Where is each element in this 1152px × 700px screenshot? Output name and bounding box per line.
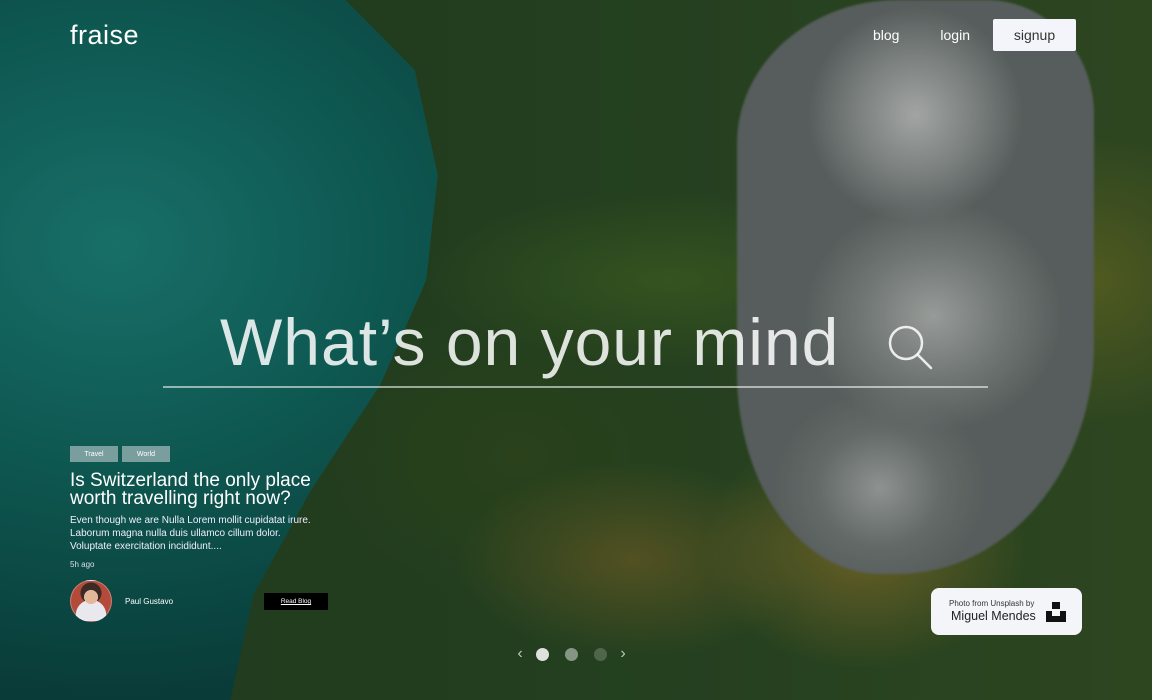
- search-bar[interactable]: What’s on your mind: [163, 300, 988, 388]
- tag-travel[interactable]: Travel: [70, 446, 118, 462]
- unsplash-icon: [1046, 602, 1066, 622]
- post-title[interactable]: Is Switzerland the only place worth trav…: [70, 471, 325, 508]
- photo-credit[interactable]: Photo from Unsplash by Miguel Mendes: [931, 588, 1082, 635]
- post-timestamp: 5h ago: [70, 560, 95, 569]
- carousel-dot-3[interactable]: [594, 647, 607, 661]
- credit-photographer[interactable]: Miguel Mendes: [951, 609, 1036, 623]
- nav-blog-link[interactable]: blog: [873, 27, 899, 43]
- carousel-dot-1[interactable]: [536, 647, 549, 661]
- signup-button[interactable]: signup: [993, 19, 1076, 51]
- top-nav: blog login signup: [873, 19, 1076, 51]
- author-avatar[interactable]: [70, 580, 112, 622]
- brand-logo[interactable]: fraise: [70, 20, 139, 51]
- read-blog-button[interactable]: Read Blog: [264, 593, 328, 610]
- carousel-controls: ‹ ›: [512, 645, 631, 663]
- author-row: Paul Gustavo Read Blog: [70, 580, 328, 622]
- credit-source: Photo from Unsplash by: [949, 599, 1035, 608]
- featured-post-card: Travel World Is Switzerland the only pla…: [70, 446, 328, 622]
- search-icon[interactable]: [885, 322, 935, 372]
- chevron-left-icon[interactable]: ‹: [512, 645, 528, 663]
- tag-list: Travel World: [70, 446, 325, 462]
- tag-world[interactable]: World: [122, 446, 170, 462]
- carousel-dot-2[interactable]: [565, 647, 578, 661]
- nav-login-link[interactable]: login: [940, 27, 970, 43]
- post-excerpt: Even though we are Nulla Lorem mollit cu…: [70, 515, 311, 552]
- chevron-right-icon[interactable]: ›: [615, 645, 631, 663]
- search-input[interactable]: What’s on your mind: [220, 304, 839, 380]
- author-name[interactable]: Paul Gustavo: [125, 597, 173, 606]
